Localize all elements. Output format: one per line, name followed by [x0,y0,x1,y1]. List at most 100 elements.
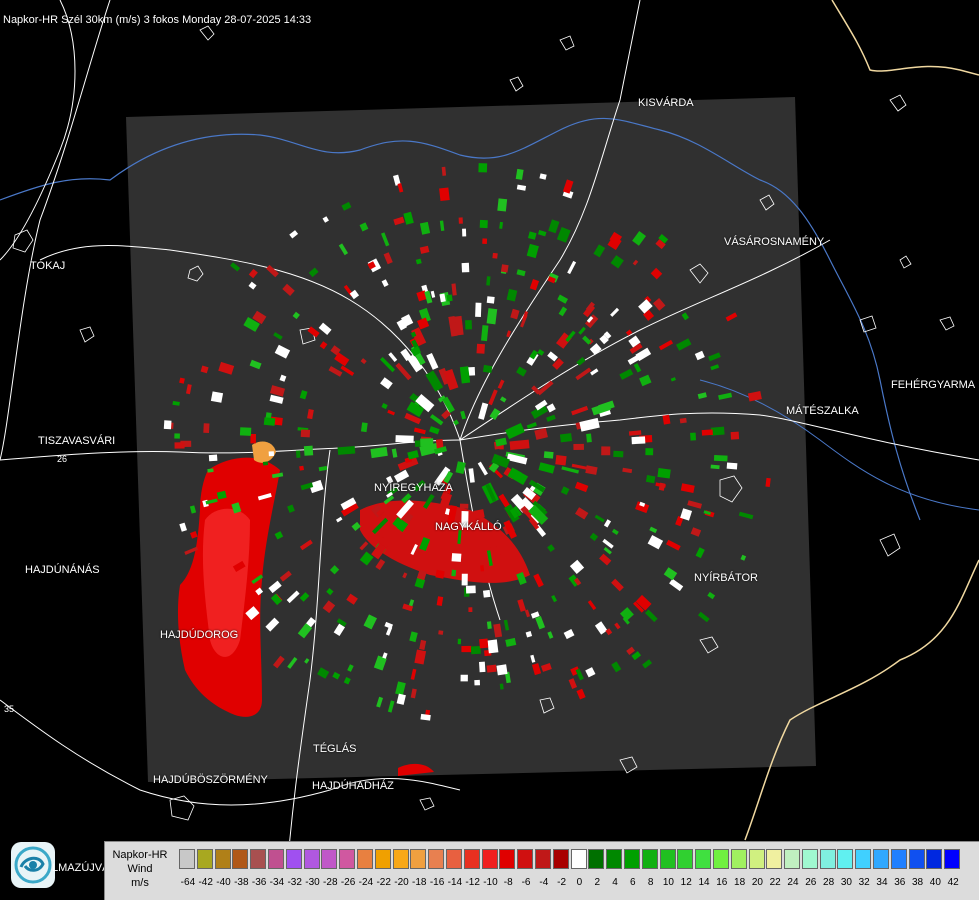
wind-echo-cell [713,455,728,462]
legend-swatch [410,849,427,869]
legend-swatch [196,849,213,869]
wind-echo-cell [543,451,554,459]
wind-echo-cell [573,443,584,450]
legend-tick: 2 [594,877,600,888]
city-label-hajduhadhaz: HAJDÚHADHÁZ [312,780,394,792]
legend-swatch [659,849,676,869]
legend-tick: 8 [647,877,654,888]
wind-echo-cell [299,465,305,471]
legend-tick-labels: -64 -42 -40 -38 -36 -34 -32 -30 -28 -26 -24 -22 -20-… [179,877,962,891]
wind-echo-cell [263,417,276,426]
wind-echo-cell [250,433,256,444]
wind-echo-cell [486,308,498,325]
legend-tick: 22 [769,877,781,888]
legend-tick: -26 [340,877,356,888]
wind-echo-cell [475,302,482,318]
road-number-26: 26 [57,454,67,464]
legend-swatch [374,849,391,869]
wind-echo-cell [295,450,301,458]
legend-title: Napkor-HR Wind m/s [107,848,173,890]
legend-title-line-3: m/s [131,877,149,889]
legend-swatch [232,849,249,869]
legend-swatch [695,849,712,869]
legend-swatch [712,849,729,869]
legend-swatch [267,849,284,869]
legend-tick: -16 [429,877,445,888]
wind-echo-cell [174,433,180,439]
wind-echo-cell [613,450,624,458]
legend-tick: 18 [734,877,746,888]
legend-tick: -12 [465,877,480,888]
wind-echo-cell [435,569,445,579]
wind-echo-cell [479,638,489,649]
wind-echo-cell [163,420,172,430]
city-label-hajdunanas: HAJDÚNÁNÁS [25,564,100,576]
wind-echo-cell [461,262,470,273]
wind-echo-cell [268,451,275,457]
wind-echo-cell [645,448,654,456]
wind-echo-cell [203,423,210,433]
wind-echo-cell [496,664,508,676]
legend-swatch [606,849,623,869]
wind-echo-cell [239,427,252,436]
legend-tick: -18 [412,877,427,888]
wind-echo-cell [337,446,356,455]
legend-swatch [819,849,836,869]
legend-swatch [303,849,320,869]
legend-swatch [285,849,302,869]
legend-swatch [677,849,694,869]
wind-echo-cell [300,429,311,438]
legend-swatch [570,849,587,869]
city-label-vasarosnameny: VÁSÁROSNAMÉNY [724,236,825,248]
wind-echo-cell [262,461,269,466]
legend-swatch [179,849,195,869]
wind-echo-cell [439,187,450,201]
legend-tick: 40 [929,877,941,888]
wind-echo-cell [479,219,488,229]
legend-tick: -38 [234,877,249,888]
wind-echo-cell [509,439,530,451]
legend-swatch [339,849,356,869]
wind-echo-cell [726,462,738,470]
legend-swatch [321,849,338,869]
legend-tick: 30 [840,877,852,888]
legend-swatch [588,849,605,869]
legend-tick: 32 [858,877,870,888]
legend-tick: -14 [447,877,463,888]
wind-echo-cell [492,252,498,259]
legend-tick: 6 [630,877,636,888]
wind-echo-cell [476,343,485,354]
wind-echo-cell [497,198,508,212]
wind-echo-cell [458,217,463,224]
legend-swatch [250,849,267,869]
legend-tick: 16 [716,877,728,888]
city-label-hajduboszormeny: HAJDÚBÖSZÖRMÉNY [153,774,268,786]
legend-tick: 14 [698,877,710,888]
wind-echo-cell [555,455,567,466]
legend-tick: -24 [358,877,374,888]
legend-swatch [766,849,783,869]
wind-echo-cell [459,503,469,509]
legend-swatch [641,849,658,869]
city-label-nyiregyhaza: NYÍREGYHÁZA [374,482,453,494]
legend-tick: 0 [576,877,583,888]
wind-echo-cell [465,320,472,330]
legend-swatch [908,849,925,869]
map-title: Napkor-HR Szél 30km (m/s) 3 fokos Monday… [3,14,312,26]
wind-echo-cell [174,442,185,449]
wind-echo-cell [701,429,713,436]
city-label-teglas: TÉGLÁS [313,743,357,755]
city-label-mateszalka: MÁTÉSZALKA [786,405,859,417]
legend-tick: 42 [947,877,959,888]
radar-map: 26 35 Napkor-HR Szél 30km (m/s) 3 fokos … [0,0,979,900]
legend-swatch [356,849,373,869]
city-label-nagykallo: NAGYKÁLLÓ [435,521,502,533]
wind-echo-cell [208,454,218,462]
legend-swatch [481,849,498,869]
legend-tick: 10 [662,877,674,888]
legend-title-line-2: Wind [127,863,153,875]
wind-echo-cell [460,674,468,682]
wind-echo-cell [631,436,646,445]
legend-tick: -64 [180,877,196,888]
legend-tick: -4 [539,877,549,888]
